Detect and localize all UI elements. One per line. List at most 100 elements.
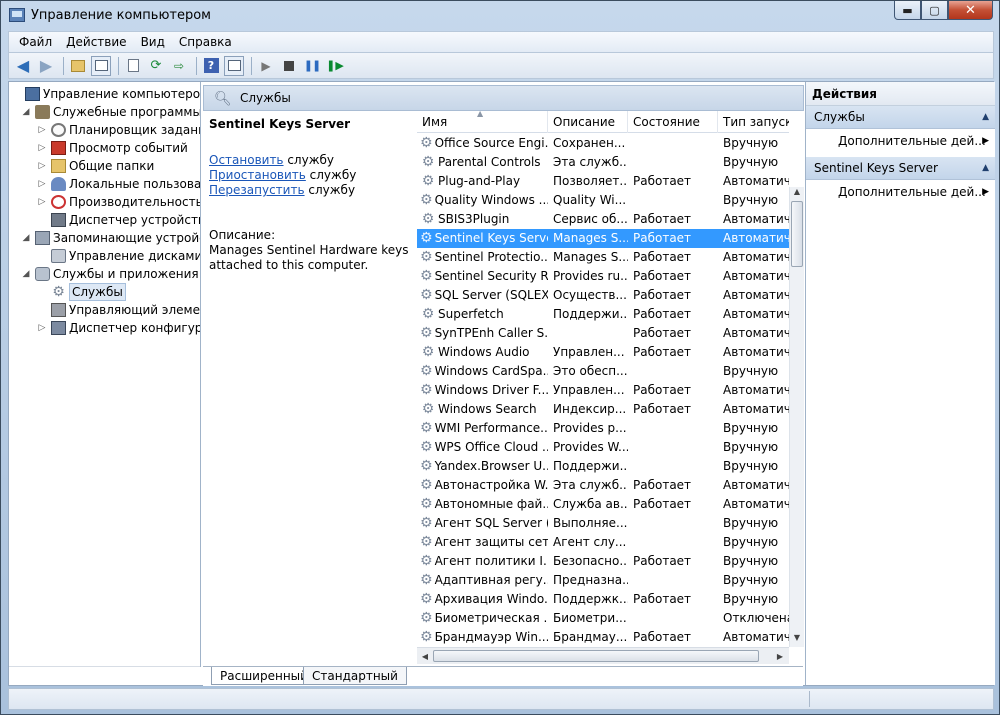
service-row[interactable]: ⚙ Windows Driver F... Управлен... Работает А… (417, 381, 789, 400)
service-row[interactable]: ⚙ Superfetch Поддержи... Работает Автоматич (417, 305, 789, 324)
tree-item[interactable]: ▷ Диспетчер конфигурац (9, 319, 200, 337)
expand-toggle-icon[interactable]: ▷ (37, 193, 47, 211)
service-row[interactable]: ⚙ Windows CardSpa... Это обесп... Вручную (417, 362, 789, 381)
scroll-up-icon[interactable]: ▲ (790, 187, 804, 196)
service-row[interactable]: ⚙ Windows Audio Управлен... Работает Автомат… (417, 343, 789, 362)
menu-help[interactable]: Справка (179, 35, 232, 49)
service-row[interactable]: ⚙ Parental Controls Эта служб... Вручную (417, 153, 789, 172)
service-row[interactable]: ⚙ Office Source Engi... Сохранен... Вручную (417, 134, 789, 153)
tree-item[interactable]: Управление компьютером (л (9, 85, 200, 103)
stop-service-link[interactable]: Остановить (209, 153, 284, 167)
more-actions-selected-service[interactable]: Дополнительные дей... ▶ (806, 180, 995, 204)
help-button[interactable]: ? (201, 56, 221, 76)
service-row[interactable]: ⚙ Plug-and-Play Позволяет... Работает Автома… (417, 172, 789, 191)
service-row[interactable]: ⚙ Sentinel Keys Server Manages S... Работае… (417, 229, 789, 248)
tab-extended[interactable]: Расширенный (211, 667, 317, 685)
forward-button[interactable]: ▶ (36, 56, 56, 76)
service-row[interactable]: ⚙ SBIS3Plugin Сервис об... Работает Автомати… (417, 210, 789, 229)
expand-toggle-icon[interactable]: ▷ (37, 157, 47, 175)
more-actions-services[interactable]: Дополнительные дей... ▶ (806, 129, 995, 153)
service-gear-icon: ⚙ (420, 287, 433, 303)
service-row[interactable]: ⚙ Биометрическая ... Биометри... Отключена (417, 609, 789, 628)
actions-section-selected-service[interactable]: Sentinel Keys Server ▲ (806, 157, 995, 180)
back-button[interactable]: ◀ (13, 56, 33, 76)
restart-service-button[interactable]: ❚▶ (325, 56, 345, 76)
service-row[interactable]: ⚙ Адаптивная регу... Предназна... Вручную (417, 571, 789, 590)
service-row[interactable]: ⚙ Yandex.Browser U... Поддержи... Вручную (417, 457, 789, 476)
service-gear-icon: ⚙ (420, 629, 433, 645)
menu-view[interactable]: Вид (141, 35, 165, 49)
tree-item[interactable]: Управляющий элемен (9, 301, 200, 319)
maximize-button[interactable]: ▢ (921, 1, 948, 20)
list-horizontal-scrollbar[interactable]: ◀ ▶ (417, 647, 789, 664)
expand-toggle-icon[interactable]: ▷ (37, 175, 47, 193)
show-hide-tree-button[interactable] (91, 55, 111, 76)
tree-item[interactable]: ▷ Общие папки (9, 157, 200, 175)
service-row[interactable]: ⚙Агент защиты сет... Агент слу... Вручную (417, 533, 789, 552)
expand-toggle-icon[interactable]: ▷ (37, 121, 47, 139)
service-row[interactable]: ⚙ Sentinel Security R... Provides ru... Раб… (417, 267, 789, 286)
service-row[interactable]: ⚙ Автонастройка W... Эта служб... Работает А… (417, 476, 789, 495)
expand-toggle-icon[interactable]: ▷ (37, 319, 47, 337)
pause-service-button[interactable]: ❚❚ (302, 56, 322, 76)
service-row[interactable]: ⚙SQL Server (SQLEX... Осуществ... Работает… (417, 286, 789, 305)
service-state (628, 571, 718, 590)
expand-toggle-icon[interactable]: ◢ (21, 229, 31, 247)
tree-item[interactable]: ◢ Службы и приложения (9, 265, 200, 283)
scroll-right-icon[interactable]: ▶ (773, 650, 787, 663)
service-row[interactable]: ⚙ Sentinel Protectio... Manages S... Работа… (417, 248, 789, 267)
collapse-icon[interactable]: ▲ (982, 157, 989, 180)
pause-service-link[interactable]: Приостановить (209, 168, 306, 182)
show-action-pane-button[interactable] (224, 55, 244, 76)
tree-item[interactable]: ⚙ Службы (9, 283, 200, 301)
tree-item[interactable]: ▷ Планировщик заданий (9, 121, 200, 139)
tree-horizontal-scrollbar[interactable]: ◀ ▶ (9, 666, 200, 667)
menu-file[interactable]: Файл (19, 35, 52, 49)
restart-service-link[interactable]: Перезапустить (209, 183, 305, 197)
tree-item[interactable]: ◢ Запоминающие устройст (9, 229, 200, 247)
tab-standard[interactable]: Стандартный (303, 667, 407, 685)
expand-toggle-icon[interactable]: ▷ (37, 139, 47, 157)
tree-item[interactable]: ▷ Локальные пользовате (9, 175, 200, 193)
tree-item[interactable]: Диспетчер устройств (9, 211, 200, 229)
tree-item[interactable]: ◢ Служебные программы (9, 103, 200, 121)
service-row[interactable]: ⚙ Архивация Windo... Поддержк... Работает Вр… (417, 590, 789, 609)
service-row[interactable]: ⚙ Агент политики I... Безопасно... Работает… (417, 552, 789, 571)
service-row[interactable]: ⚙ WPS Office Cloud ... Provides W... Вручну… (417, 438, 789, 457)
service-name-cell: ⚙ Parental Controls (417, 153, 548, 172)
expand-toggle-icon[interactable]: ◢ (21, 265, 31, 283)
actions-section-services[interactable]: Службы ▲ (806, 106, 995, 129)
column-description[interactable]: Описание (548, 111, 628, 133)
tree-item[interactable]: Управление дисками (9, 247, 200, 265)
service-row[interactable]: ⚙ WMI Performance... Provides p... Вручную (417, 419, 789, 438)
scroll-down-icon[interactable]: ▼ (790, 633, 804, 642)
stop-service-button[interactable] (279, 56, 299, 76)
minimize-button[interactable]: ▬ (894, 1, 921, 20)
service-startup-type: Автоматич (723, 478, 789, 492)
start-service-button[interactable]: ▶ (256, 56, 276, 76)
title-bar[interactable]: Управление компьютером ▬ ▢ ✕ (1, 1, 999, 31)
expand-toggle-icon[interactable]: ◢ (21, 103, 31, 121)
collapse-icon[interactable]: ▲ (982, 106, 989, 129)
scroll-thumb[interactable] (791, 201, 803, 267)
service-row[interactable]: ⚙ Quality Windows ... Quality Wi... Вручную (417, 191, 789, 210)
list-vertical-scrollbar[interactable]: ▲ ▼ (789, 187, 804, 647)
properties-button[interactable] (123, 56, 143, 76)
service-row[interactable]: ⚙ Брандмауэр Win... Брандмау... Работает Авт… (417, 628, 789, 647)
refresh-button[interactable]: ⟳ (146, 56, 166, 76)
tree-item[interactable]: ▷ Производительность (9, 193, 200, 211)
column-state[interactable]: Состояние (628, 111, 718, 133)
service-row[interactable]: ⚙ SynTPEnh Caller S... Работает Автоматич (417, 324, 789, 343)
column-startup-type[interactable]: Тип запуск (718, 111, 789, 133)
scroll-left-icon[interactable]: ◀ (418, 650, 432, 663)
service-row[interactable]: ⚙ Автономные фай... Служба ав... Работает Ав… (417, 495, 789, 514)
close-button[interactable]: ✕ (948, 1, 993, 20)
service-row[interactable]: ⚙Агент SQL Server (... Выполняе... Вручную (417, 514, 789, 533)
up-level-button[interactable] (68, 56, 88, 76)
export-list-button[interactable]: ⇨ (169, 56, 189, 76)
scroll-thumb[interactable] (433, 650, 759, 662)
menu-action[interactable]: Действие (66, 35, 126, 49)
column-name[interactable]: ▲ Имя (417, 111, 548, 133)
tree-item[interactable]: ▷ Просмотр событий (9, 139, 200, 157)
service-row[interactable]: ⚙ Windows Search Индексир... Работает Автома… (417, 400, 789, 419)
